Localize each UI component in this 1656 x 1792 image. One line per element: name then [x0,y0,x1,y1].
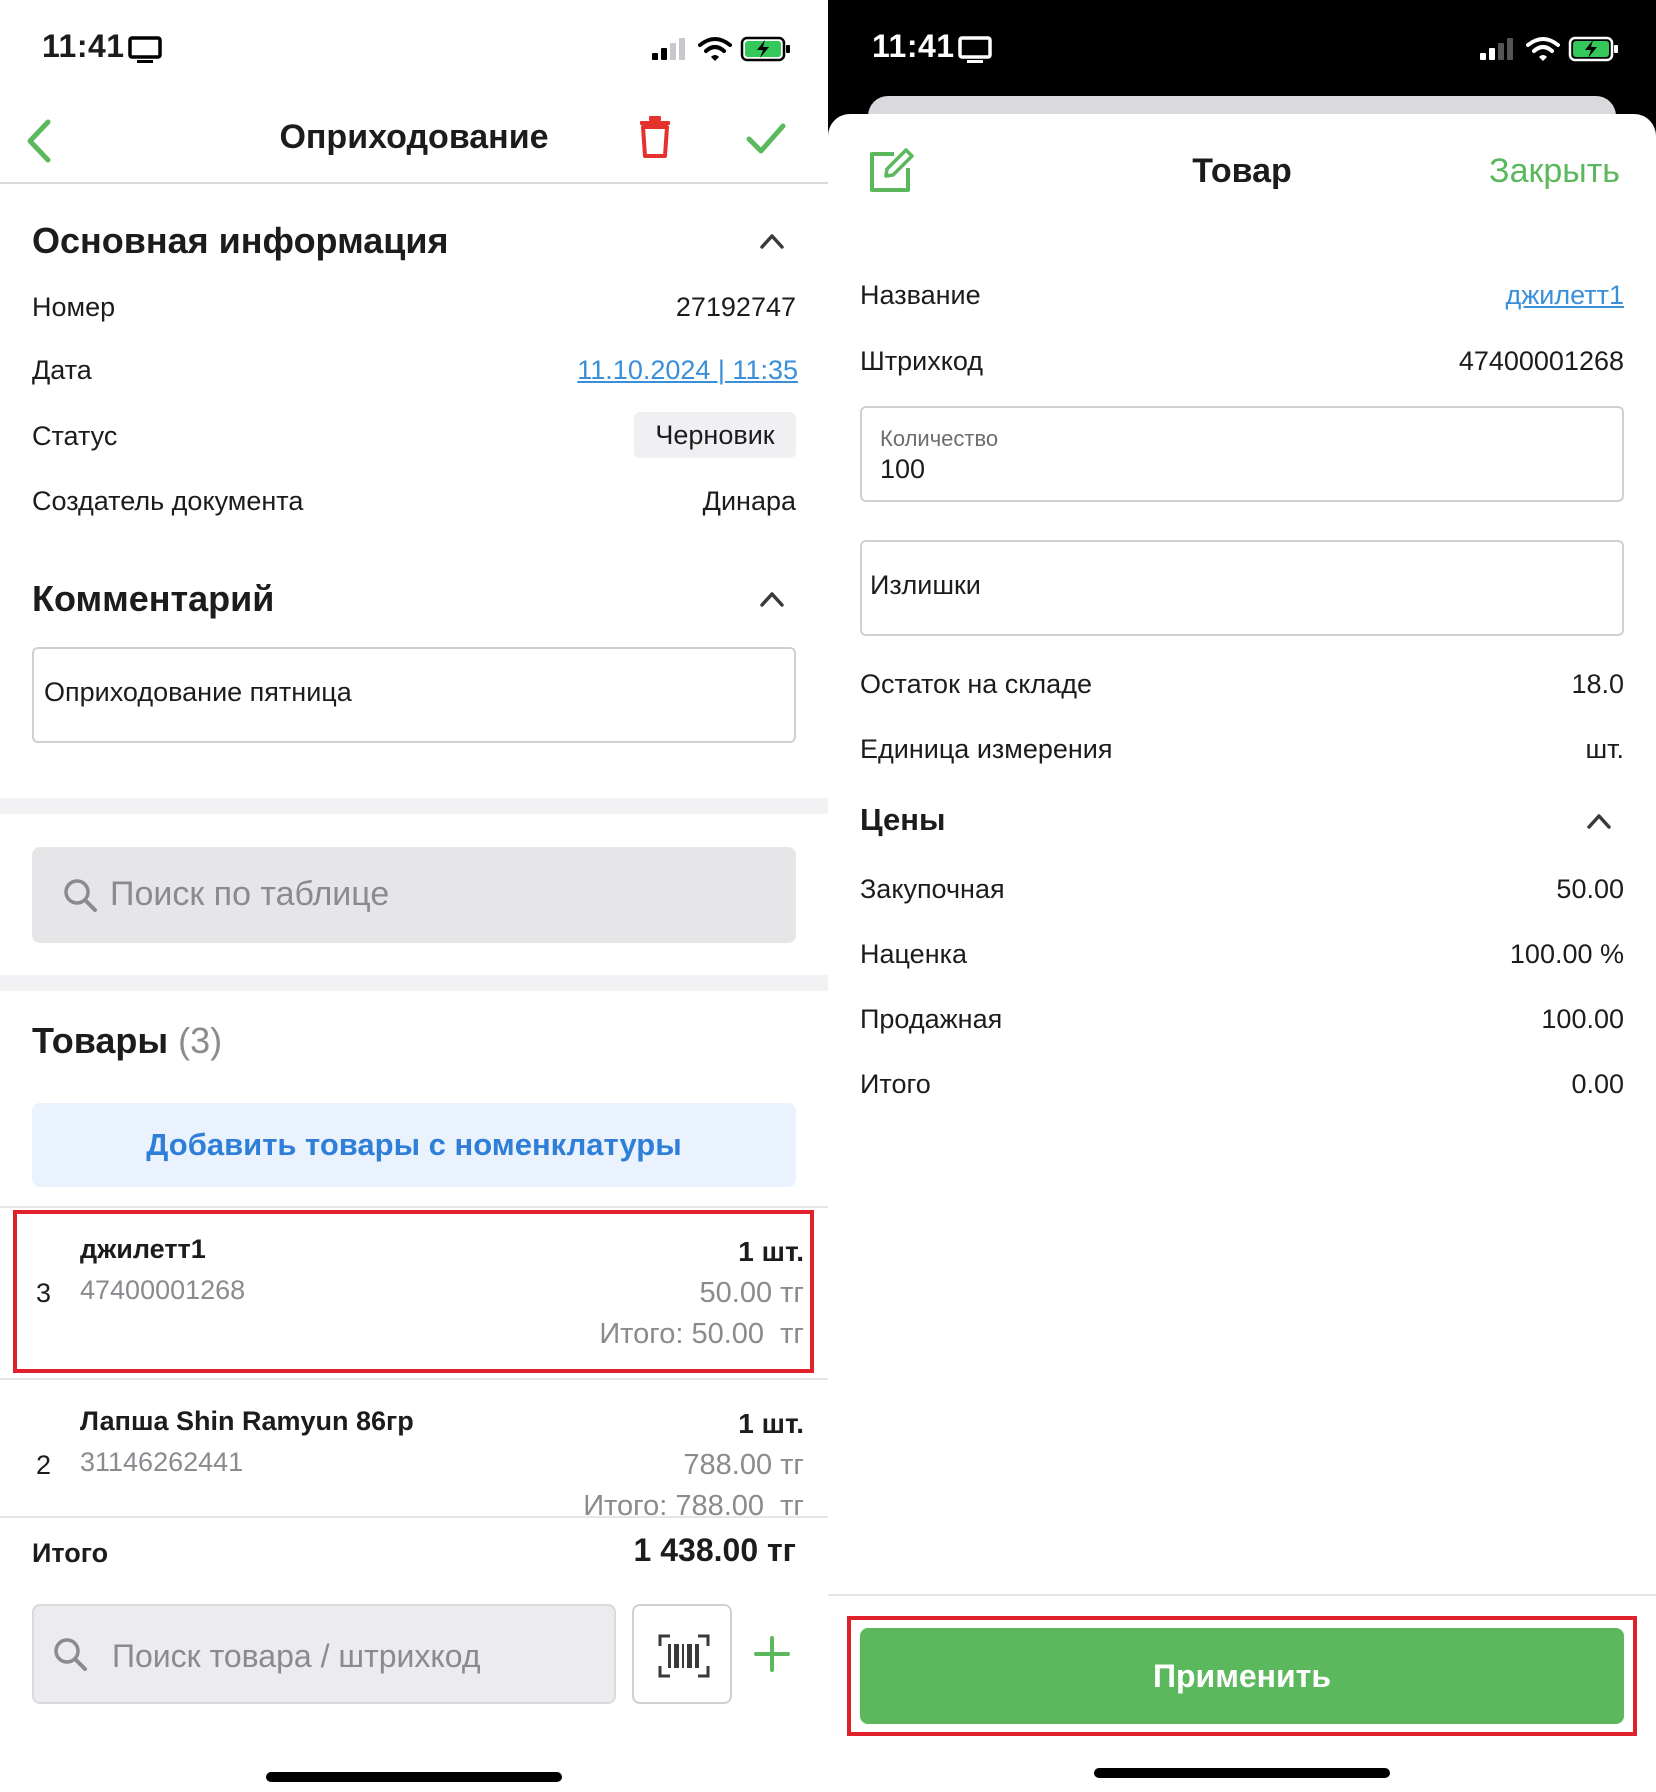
screen-mirroring-icon [958,36,992,63]
home-indicator [266,1772,562,1782]
table-search-placeholder: Поиск по таблице [110,875,390,913]
status-label: Статус [32,421,118,451]
section-separator [0,975,828,991]
stock-label: Остаток на складе [860,669,1092,699]
barcode-scanner-icon [658,1634,710,1678]
signal-icon [1480,38,1513,60]
table-search-input[interactable]: Поиск по таблице [32,847,796,943]
products-title: Товары (3) [32,1020,222,1062]
chevron-up-icon[interactable] [759,586,785,612]
number-value: 27192747 [675,292,796,322]
comment-field[interactable]: Оприходование пятница [32,647,796,743]
purchase-price-label: Закупочная [860,874,1005,904]
header-divider [0,182,828,184]
item-quantity: 1 шт. [738,1408,804,1439]
product-search-input[interactable]: Поиск товара / штрихкод [32,1604,616,1704]
prices-title: Цены [860,802,946,837]
creator-label: Создатель документа [32,486,304,516]
barcode-label: Штрихкод [860,346,984,376]
chevron-up-icon[interactable] [759,228,785,254]
highlight-frame [13,1210,814,1373]
date-label: Дата [32,355,92,385]
status-time: 11:41 [872,28,955,64]
item-name: Лапша Shin Ramyun 86гр [80,1406,414,1436]
close-button[interactable]: Закрыть [1489,152,1620,191]
list-item[interactable]: 2 Лапша Shin Ramyun 86гр 31146262441 1 ш… [0,1380,828,1518]
screen-mirroring-icon [128,36,162,63]
footer-total-value: 1 438.00 тг [633,1532,796,1568]
stock-value: 18.0 [1571,669,1624,699]
sale-price-value: 100.00 [1541,1004,1624,1034]
markup-label: Наценка [860,939,968,969]
battery-icon [1568,36,1618,62]
barcode-value: 47400001268 [1458,346,1624,376]
total-label: Итого [860,1069,931,1099]
product-sheet: Товар Закрыть Название джилетт1 Штрихкод… [828,114,1656,1792]
quantity-field-label: Количество [880,426,999,451]
quantity-field[interactable]: Количество 100 [860,406,1624,502]
products-title-text: Товары [32,1020,169,1061]
search-icon [64,879,97,912]
barcode-scan-button[interactable] [632,1604,732,1704]
comment-text: Оприходование пятница [44,677,352,707]
number-label: Номер [32,292,116,322]
footer-total-label: Итого [32,1538,109,1568]
creator-value: Динара [702,486,796,516]
status-indicators [1478,36,1620,62]
unit-label: Единица измерения [860,734,1113,764]
purchase-price-value: 50.00 [1556,874,1624,904]
footer-panel: Итого 1 438.00 тг Поиск товара / штрихко… [0,1516,828,1792]
status-badge: Черновик [634,412,796,458]
reason-field-value: Излишки [870,570,981,600]
item-total: Итого: 788.00 тг [583,1490,804,1518]
battery-icon [740,36,790,62]
trash-icon[interactable] [638,116,672,158]
item-barcode: 31146262441 [80,1447,244,1477]
section-separator [0,798,828,814]
wifi-icon [1526,37,1560,61]
add-from-catalog-button[interactable]: Добавить товары с номенклатуры [32,1103,796,1187]
name-label: Название [860,280,981,310]
highlight-frame [847,1616,1637,1736]
status-time: 11:41 [42,28,125,64]
right-screen: 11:41 Товар Закрыть Название джилетт1 Шт… [828,0,1656,1792]
wifi-icon [698,37,732,61]
total-value: 0.00 [1571,1069,1624,1099]
left-screen: 11:41 Оприходование Основная информация … [0,0,828,1792]
unit-value: шт. [1585,734,1624,764]
name-value-link[interactable]: джилетт1 [1505,280,1624,311]
chevron-up-icon[interactable] [1586,808,1612,834]
comment-title: Комментарий [32,578,275,619]
status-indicators [650,36,792,62]
item-price: 788.00 тг [683,1449,804,1481]
add-icon[interactable] [754,1636,790,1672]
checkmark-icon[interactable] [746,122,786,156]
signal-icon [652,38,685,60]
product-search-placeholder: Поиск товара / штрихкод [112,1638,481,1674]
page-title: Оприходование [279,118,549,156]
markup-value: 100.00 % [1509,939,1624,969]
products-count: (3) [178,1020,223,1061]
main-info-title: Основная информация [32,220,449,261]
reason-field[interactable]: Излишки [860,540,1624,636]
search-icon [54,1638,87,1671]
quantity-field-value: 100 [880,454,926,484]
bottom-divider [828,1594,1656,1596]
date-value-link[interactable]: 11.10.2024 | 11:35 [577,355,798,386]
item-index: 2 [36,1450,52,1480]
sale-price-label: Продажная [860,1004,1003,1034]
home-indicator [1094,1768,1390,1778]
